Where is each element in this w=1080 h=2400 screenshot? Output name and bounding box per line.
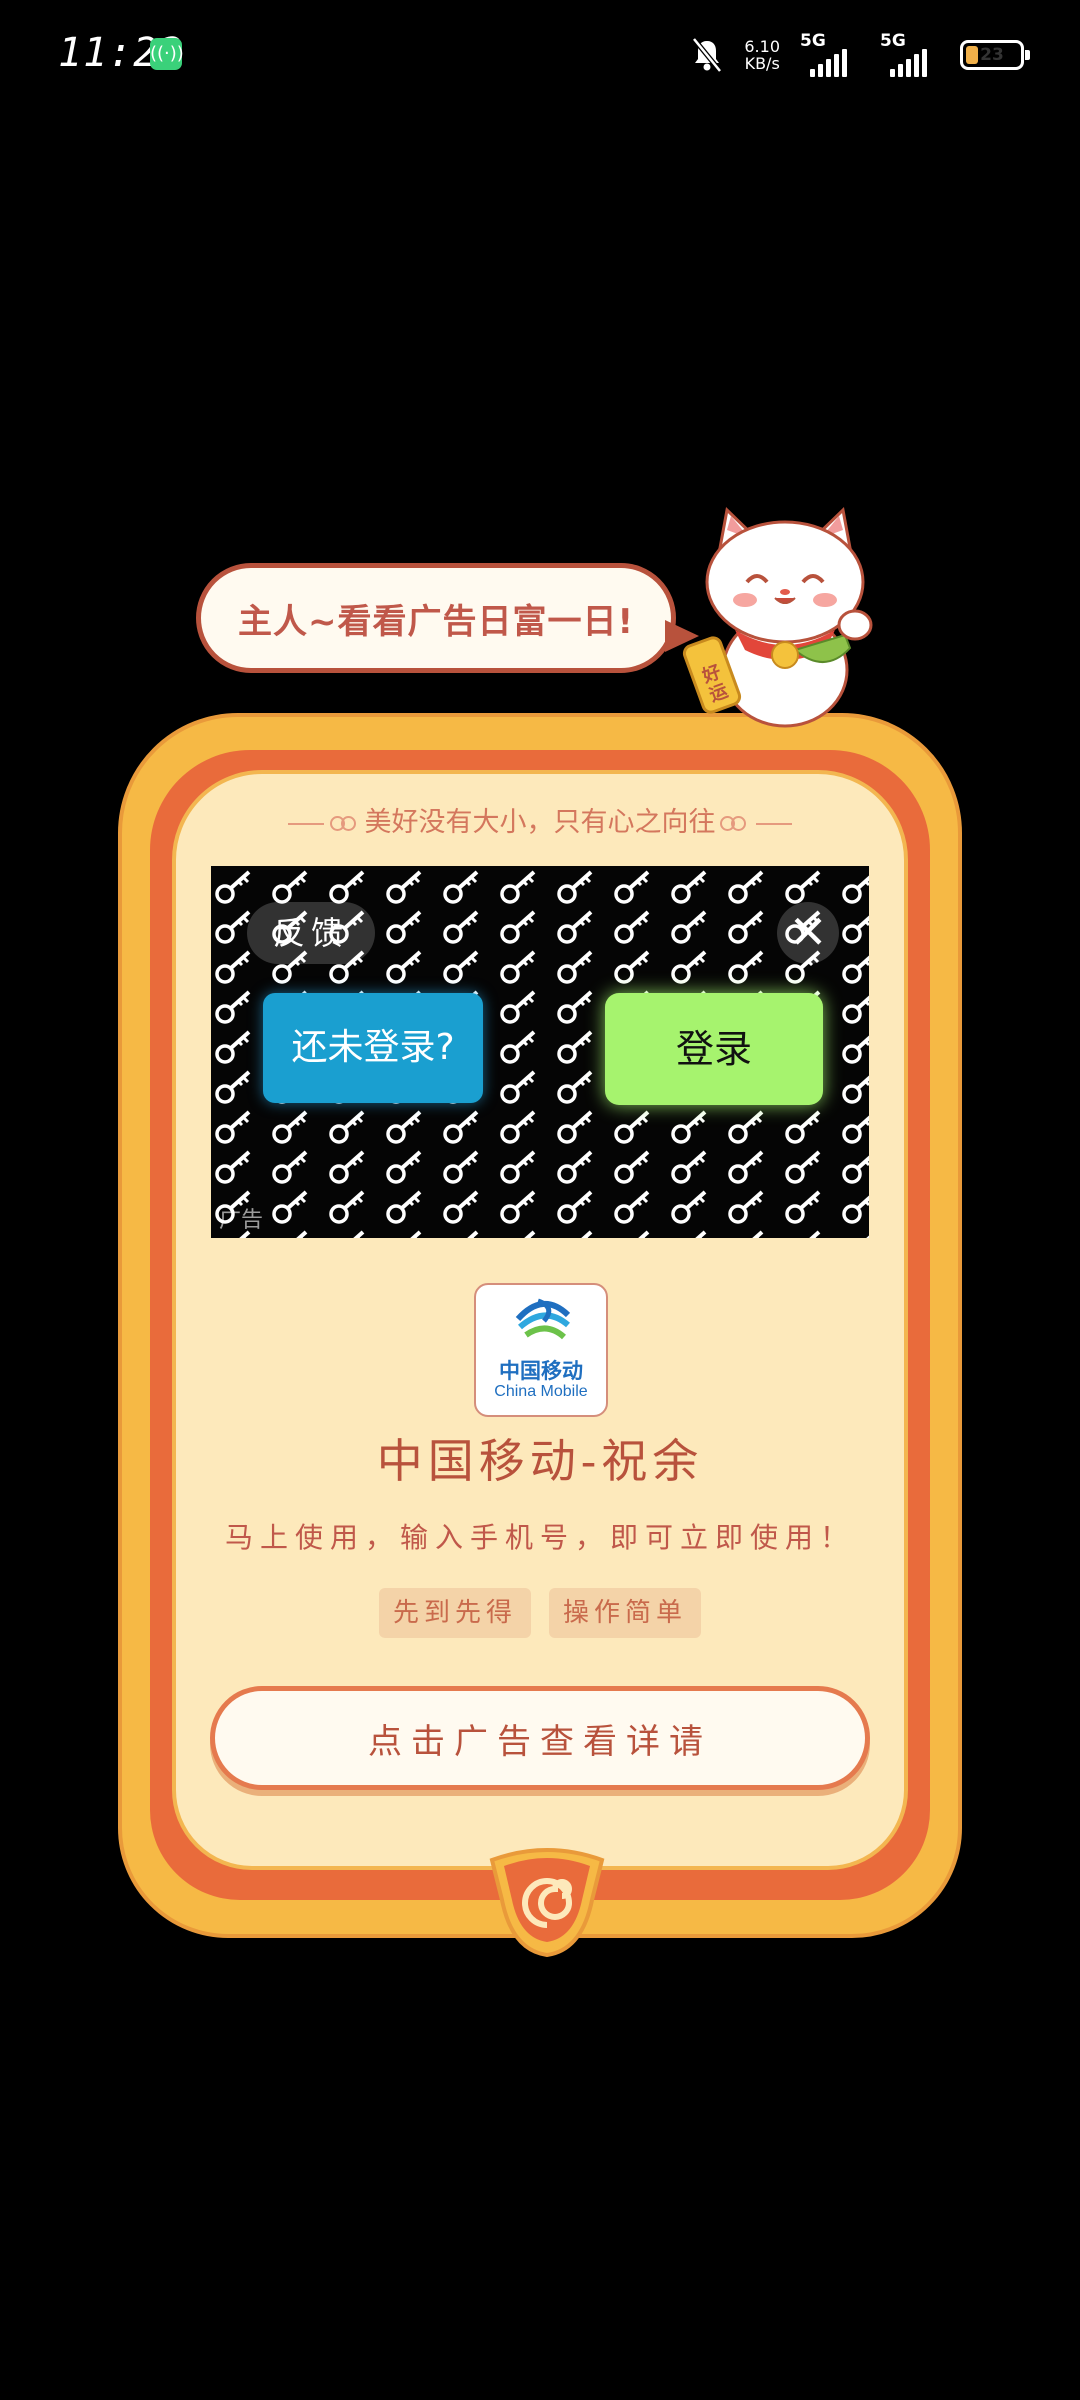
close-icon[interactable]: ✕ (777, 902, 839, 964)
hotspot-icon: ((·)) (150, 38, 184, 70)
logo-text-en: China Mobile (494, 1383, 588, 1400)
ad-video[interactable]: 反馈 ✕ 还未登录? 登录 广告 (211, 866, 869, 1238)
view-details-button[interactable]: 点击广告查看详请 (210, 1686, 870, 1790)
feature-tag: 先到先得 (378, 1588, 531, 1638)
sim2-signal-icon: 5G (880, 31, 940, 77)
feature-tag: 操作简单 (549, 1588, 702, 1638)
motto-text: 美好没有大小，只有心之向往 (364, 807, 716, 838)
ad-tag: 广告 (219, 1208, 264, 1233)
battery-level: 23 (980, 45, 1004, 65)
battery-icon: 23 (960, 40, 1030, 70)
sim1-signal-icon: 5G (800, 31, 860, 77)
not-logged-in-button[interactable]: 还未登录? (263, 993, 483, 1103)
net-speed-unit: KB/s (744, 54, 780, 73)
sim1-label: 5G (800, 31, 826, 51)
feedback-button[interactable]: 反馈 (247, 902, 375, 964)
motto-dash-right (756, 822, 793, 825)
status-bar: 11:22 ((·)) 6.10 KB/s 5G 5G 23 (0, 0, 1080, 110)
logo-text-cn: 中国移动 (499, 1359, 583, 1383)
bubble-text: 主人~看看广告日富一日! (238, 601, 634, 642)
status-icons: 6.10 KB/s 5G 5G 23 (690, 30, 1030, 80)
scroll-ornament-icon (489, 1848, 605, 1958)
app-description: 马上使用，输入手机号，即可立即使用！ (224, 1521, 855, 1554)
motto-dash-left (287, 822, 324, 825)
login-button[interactable]: 登录 (605, 993, 823, 1105)
motto-line: 美好没有大小，只有心之向往 (172, 800, 908, 839)
app-logo[interactable]: 中国移动 China Mobile (474, 1283, 608, 1417)
lucky-cat-mascot: 好 运 (682, 506, 873, 728)
china-mobile-logo-icon (515, 1298, 571, 1340)
view-details-label: 点击广告查看详请 (368, 1721, 712, 1762)
speech-bubble: 主人~看看广告日富一日! (196, 563, 699, 673)
mute-bell-icon (692, 37, 723, 73)
sim2-label: 5G (880, 31, 906, 51)
net-speed-value: 6.10 (744, 37, 780, 56)
app-name: 中国移动-祝余 (376, 1434, 704, 1488)
network-speed: 6.10 KB/s (744, 38, 780, 72)
feature-tags: 先到先得 操作简单 (172, 1588, 908, 1638)
